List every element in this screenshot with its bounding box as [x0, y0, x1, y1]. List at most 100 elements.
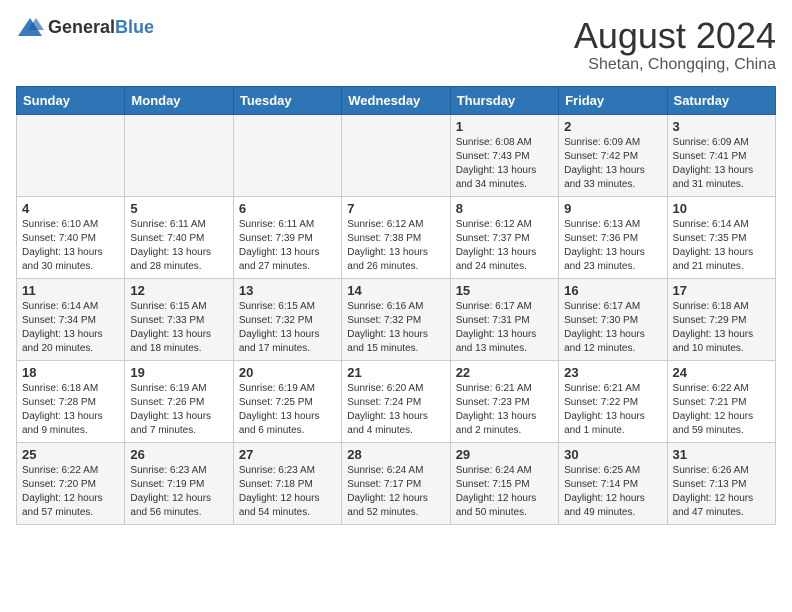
day-info: Sunrise: 6:17 AM Sunset: 7:31 PM Dayligh… — [456, 300, 553, 356]
calendar-cell: 12Sunrise: 6:15 AM Sunset: 7:33 PM Dayli… — [125, 278, 233, 360]
day-info: Sunrise: 6:14 AM Sunset: 7:34 PM Dayligh… — [22, 300, 119, 356]
day-number: 19 — [130, 365, 227, 380]
day-number: 20 — [239, 365, 336, 380]
weekday-header-tuesday: Tuesday — [233, 86, 341, 114]
day-info: Sunrise: 6:23 AM Sunset: 7:19 PM Dayligh… — [130, 464, 227, 520]
calendar-table: SundayMondayTuesdayWednesdayThursdayFrid… — [16, 86, 776, 525]
day-info: Sunrise: 6:21 AM Sunset: 7:22 PM Dayligh… — [564, 382, 661, 438]
day-info: Sunrise: 6:11 AM Sunset: 7:40 PM Dayligh… — [130, 218, 227, 274]
calendar-cell: 16 Sunrise: 6:17 AM Sunset: 7:30 PM Dayli… — [559, 278, 667, 360]
weekday-header-monday: Monday — [125, 86, 233, 114]
logo: GeneralBlue — [16, 16, 154, 38]
day-info: Sunrise: 6:08 AM Sunset: 7:43 PM Dayligh… — [456, 136, 553, 192]
day-number: 8 — [456, 201, 553, 216]
logo-general: General — [48, 17, 115, 37]
calendar-cell: 30 Sunrise: 6:25 AM Sunset: 7:14 PM Dayli… — [559, 442, 667, 524]
day-info: Sunrise: 6:26 AM Sunset: 7:13 PM Dayligh… — [673, 464, 770, 520]
day-number: 24 — [673, 365, 770, 380]
day-number: 14 — [347, 283, 444, 298]
day-number: 10 — [673, 201, 770, 216]
day-number: 29 — [456, 447, 553, 462]
calendar-cell: 5 Sunrise: 6:11 AM Sunset: 7:40 PM Daylig… — [125, 196, 233, 278]
calendar-cell: 3 Sunrise: 6:09 AM Sunset: 7:41 PM Daylig… — [667, 114, 775, 196]
calendar-cell — [342, 114, 450, 196]
day-number: 2 — [564, 119, 661, 134]
calendar-cell: 29 Sunrise: 6:24 AM Sunset: 7:15 PM Dayli… — [450, 442, 558, 524]
day-number: 6 — [239, 201, 336, 216]
day-info: Sunrise: 6:12 AM Sunset: 7:38 PM Dayligh… — [347, 218, 444, 274]
day-info: Sunrise: 6:22 AM Sunset: 7:21 PM Dayligh… — [673, 382, 770, 438]
day-number: 18 — [22, 365, 119, 380]
day-number: 30 — [564, 447, 661, 462]
day-number: 11 — [22, 283, 119, 298]
calendar-cell: 21Sunrise: 6:20 AM Sunset: 7:24 PM Dayli… — [342, 360, 450, 442]
calendar-cell — [125, 114, 233, 196]
weekday-header-saturday: Saturday — [667, 86, 775, 114]
day-info: Sunrise: 6:13 AM Sunset: 7:36 PM Dayligh… — [564, 218, 661, 274]
calendar-cell: 24 Sunrise: 6:22 AM Sunset: 7:21 PM Dayli… — [667, 360, 775, 442]
day-info: Sunrise: 6:19 AM Sunset: 7:25 PM Dayligh… — [239, 382, 336, 438]
calendar-cell: 4 Sunrise: 6:10 AM Sunset: 7:40 PM Daylig… — [17, 196, 125, 278]
day-number: 4 — [22, 201, 119, 216]
day-number: 28 — [347, 447, 444, 462]
weekday-header-sunday: Sunday — [17, 86, 125, 114]
day-info: Sunrise: 6:25 AM Sunset: 7:14 PM Dayligh… — [564, 464, 661, 520]
day-info: Sunrise: 6:24 AM Sunset: 7:17 PM Dayligh… — [347, 464, 444, 520]
day-number: 25 — [22, 447, 119, 462]
calendar-header-row: SundayMondayTuesdayWednesdayThursdayFrid… — [17, 86, 776, 114]
calendar-cell: 31 Sunrise: 6:26 AM Sunset: 7:13 PM Dayli… — [667, 442, 775, 524]
day-info: Sunrise: 6:09 AM Sunset: 7:41 PM Dayligh… — [673, 136, 770, 192]
calendar-cell: 2 Sunrise: 6:09 AM Sunset: 7:42 PM Daylig… — [559, 114, 667, 196]
calendar-cell: 25Sunrise: 6:22 AM Sunset: 7:20 PM Dayli… — [17, 442, 125, 524]
calendar-cell: 23Sunrise: 6:21 AM Sunset: 7:22 PM Dayli… — [559, 360, 667, 442]
calendar-cell: 13Sunrise: 6:15 AM Sunset: 7:32 PM Dayli… — [233, 278, 341, 360]
calendar-week-1: 1 Sunrise: 6:08 AM Sunset: 7:43 PM Daylig… — [17, 114, 776, 196]
calendar-cell: 1 Sunrise: 6:08 AM Sunset: 7:43 PM Daylig… — [450, 114, 558, 196]
calendar-week-3: 11 Sunrise: 6:14 AM Sunset: 7:34 PM Dayli… — [17, 278, 776, 360]
calendar-cell: 22 Sunrise: 6:21 AM Sunset: 7:23 PM Dayli… — [450, 360, 558, 442]
calendar-week-5: 25Sunrise: 6:22 AM Sunset: 7:20 PM Dayli… — [17, 442, 776, 524]
calendar-body: 1 Sunrise: 6:08 AM Sunset: 7:43 PM Daylig… — [17, 114, 776, 524]
day-info: Sunrise: 6:14 AM Sunset: 7:35 PM Dayligh… — [673, 218, 770, 274]
day-info: Sunrise: 6:18 AM Sunset: 7:29 PM Dayligh… — [673, 300, 770, 356]
calendar-cell: 8Sunrise: 6:12 AM Sunset: 7:37 PM Daylig… — [450, 196, 558, 278]
day-info: Sunrise: 6:15 AM Sunset: 7:33 PM Dayligh… — [130, 300, 227, 356]
calendar-cell: 14 Sunrise: 6:16 AM Sunset: 7:32 PM Dayli… — [342, 278, 450, 360]
day-number: 3 — [673, 119, 770, 134]
calendar-cell: 9 Sunrise: 6:13 AM Sunset: 7:36 PM Daylig… — [559, 196, 667, 278]
day-info: Sunrise: 6:19 AM Sunset: 7:26 PM Dayligh… — [130, 382, 227, 438]
day-info: Sunrise: 6:15 AM Sunset: 7:32 PM Dayligh… — [239, 300, 336, 356]
location-title: Shetan, Chongqing, China — [574, 56, 776, 74]
calendar-cell: 15 Sunrise: 6:17 AM Sunset: 7:31 PM Dayli… — [450, 278, 558, 360]
calendar-cell: 20 Sunrise: 6:19 AM Sunset: 7:25 PM Dayli… — [233, 360, 341, 442]
day-number: 15 — [456, 283, 553, 298]
day-number: 5 — [130, 201, 227, 216]
day-number: 31 — [673, 447, 770, 462]
calendar-cell — [233, 114, 341, 196]
calendar-cell: 19 Sunrise: 6:19 AM Sunset: 7:26 PM Dayli… — [125, 360, 233, 442]
day-info: Sunrise: 6:10 AM Sunset: 7:40 PM Dayligh… — [22, 218, 119, 274]
day-info: Sunrise: 6:09 AM Sunset: 7:42 PM Dayligh… — [564, 136, 661, 192]
day-number: 27 — [239, 447, 336, 462]
day-number: 9 — [564, 201, 661, 216]
day-info: Sunrise: 6:21 AM Sunset: 7:23 PM Dayligh… — [456, 382, 553, 438]
month-title: August 2024 — [574, 16, 776, 56]
day-info: Sunrise: 6:24 AM Sunset: 7:15 PM Dayligh… — [456, 464, 553, 520]
day-number: 26 — [130, 447, 227, 462]
day-number: 22 — [456, 365, 553, 380]
calendar-cell — [17, 114, 125, 196]
day-number: 16 — [564, 283, 661, 298]
day-number: 1 — [456, 119, 553, 134]
calendar-week-2: 4 Sunrise: 6:10 AM Sunset: 7:40 PM Daylig… — [17, 196, 776, 278]
header: GeneralBlue August 2024 Shetan, Chongqin… — [16, 16, 776, 74]
calendar-cell: 6Sunrise: 6:11 AM Sunset: 7:39 PM Daylig… — [233, 196, 341, 278]
calendar-cell: 10 Sunrise: 6:14 AM Sunset: 7:35 PM Dayli… — [667, 196, 775, 278]
calendar-cell: 17Sunrise: 6:18 AM Sunset: 7:29 PM Dayli… — [667, 278, 775, 360]
calendar-cell: 26 Sunrise: 6:23 AM Sunset: 7:19 PM Dayli… — [125, 442, 233, 524]
logo-icon — [16, 16, 44, 38]
calendar-cell: 27Sunrise: 6:23 AM Sunset: 7:18 PM Dayli… — [233, 442, 341, 524]
calendar-cell: 11 Sunrise: 6:14 AM Sunset: 7:34 PM Dayli… — [17, 278, 125, 360]
day-info: Sunrise: 6:17 AM Sunset: 7:30 PM Dayligh… — [564, 300, 661, 356]
calendar-cell: 28 Sunrise: 6:24 AM Sunset: 7:17 PM Dayli… — [342, 442, 450, 524]
day-info: Sunrise: 6:16 AM Sunset: 7:32 PM Dayligh… — [347, 300, 444, 356]
